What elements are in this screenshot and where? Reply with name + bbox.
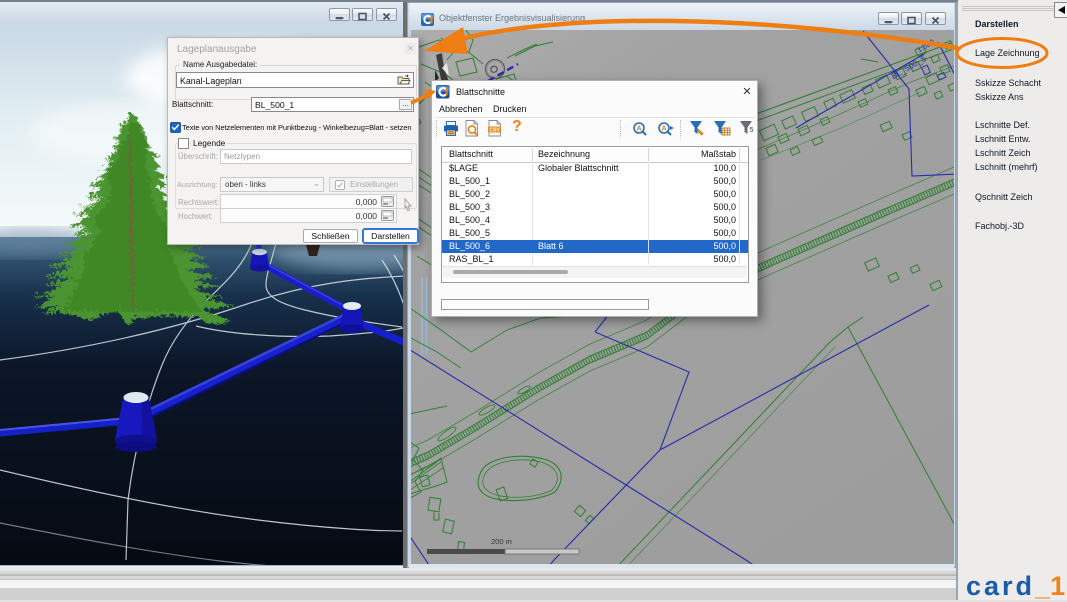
svg-text:200 m: 200 m (491, 537, 512, 546)
svg-text:5: 5 (750, 127, 754, 134)
svg-text:A: A (661, 126, 666, 133)
svg-text:A: A (636, 126, 641, 133)
svg-text:CSV: CSV (489, 127, 500, 133)
